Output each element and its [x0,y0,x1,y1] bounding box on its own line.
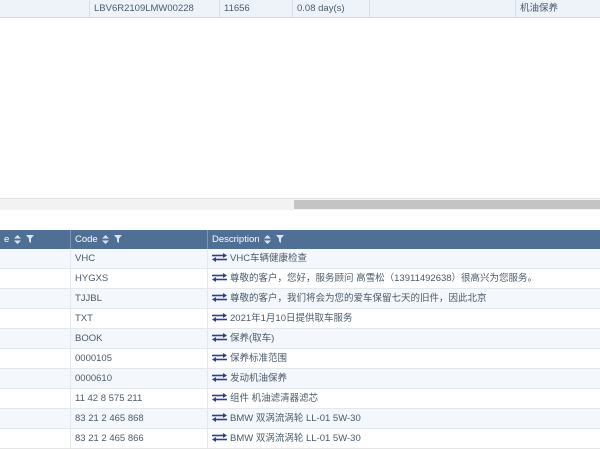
row-cell-description: 尊敬的客户，我们将会为您的爱车保留七天的旧件，因此北京 [208,289,600,308]
row-cell-description: BMW 双涡流涡轮 LL-01 5W-30 [208,429,600,448]
column-header-code[interactable]: Code [71,230,208,249]
table-row[interactable]: 83 21 2 465 868 BMW 双涡流涡轮 LL-01 5W-30 [0,409,600,429]
row-description-text: 尊敬的客户，您好，服务顾问 高雪松（13911492638）很高兴为您服务。 [230,273,538,284]
row-cell-partial [0,349,71,368]
sort-icon[interactable] [264,234,272,244]
row-cell-code: BOOK [71,329,208,348]
table-row[interactable]: 83 21 2 465 866 BMW 双涡流涡轮 LL-01 5W-30 [0,429,600,449]
row-description-text: 保养(取车) [230,333,275,344]
table-row[interactable]: BOOK 保养(取车) [0,329,600,349]
top-grid-cell-mileage: 11656 [220,0,293,17]
row-cell-partial [0,389,71,408]
row-cell-code: 83 21 2 465 866 [71,429,208,448]
row-cell-partial [0,369,71,388]
filter-icon[interactable] [275,235,284,244]
top-grid-cell-vin: LBV6R2109LMW00228 [90,0,220,17]
swap-arrows-icon[interactable] [212,272,227,282]
swap-arrows-icon[interactable] [212,412,227,422]
row-cell-description: BMW 双涡流涡轮 LL-01 5W-30 [208,409,600,428]
row-cell-description: 保养标准范围 [208,349,600,368]
top-grid-cell-service: 机油保养 [520,3,559,14]
row-cell-description: 2021年1月10日提供取车服务 [208,309,600,328]
row-cell-code: TXT [71,309,208,328]
swap-arrows-icon[interactable] [212,312,227,322]
grid-header: e Code Description [0,230,600,249]
row-description-text: 2021年1月10日提供取车服务 [230,313,353,324]
row-cell-partial [0,429,71,448]
horizontal-scrollbar[interactable] [0,198,600,210]
row-cell-partial [0,309,71,328]
table-row[interactable]: VHC VHC车辆健康检查 [0,249,600,269]
row-cell-code: TJJBL [71,289,208,308]
row-cell-description: 尊敬的客户，您好，服务顾问 高雪松（13911492638）很高兴为您服务。 [208,269,600,288]
top-grid-cell-empty [370,0,516,17]
filter-icon[interactable] [25,235,34,244]
table-row[interactable]: 11 42 8 575 211 组件 机油滤清器滤芯 [0,389,600,409]
row-description-text: 尊敬的客户，我们将会为您的爱车保留七天的旧件，因此北京 [230,293,487,304]
swap-arrows-icon[interactable] [212,432,227,442]
row-description-text: 保养标准范围 [230,353,288,364]
row-cell-code: HYGXS [71,269,208,288]
row-description-text: BMW 双涡流涡轮 LL-01 5W-30 [230,433,361,444]
row-cell-partial [0,289,71,308]
column-header-partial[interactable]: e [0,230,71,249]
top-grid-cell-blank [0,0,90,17]
swap-arrows-icon[interactable] [212,392,227,402]
swap-arrows-icon[interactable] [212,372,227,382]
row-cell-description: 保养(取车) [208,329,600,348]
row-cell-description: VHC车辆健康检查 [208,249,600,268]
row-cell-code: 0000610 [71,369,208,388]
swap-arrows-icon[interactable] [212,352,227,362]
table-row[interactable]: HYGXS 尊敬的客户，您好，服务顾问 高雪松（13911492638）很高兴为… [0,269,600,289]
sort-icon[interactable] [13,234,21,244]
table-row[interactable]: 0000105 保养标准范围 [0,349,600,369]
table-row[interactable]: TXT 2021年1月10日提供取车服务 [0,309,600,329]
row-description-text: VHC车辆健康检查 [230,253,308,264]
filter-icon[interactable] [114,235,122,244]
column-header-description[interactable]: Description [208,230,600,249]
row-cell-code: VHC [71,249,208,268]
row-description-text: 组件 机油滤清器滤芯 [230,393,319,404]
swap-arrows-icon[interactable] [212,252,227,262]
swap-arrows-icon[interactable] [212,332,227,342]
row-description-text: BMW 双涡流涡轮 LL-01 5W-30 [230,413,361,424]
row-cell-code: 83 21 2 465 868 [71,409,208,428]
top-grid-row[interactable]: LBV6R2109LMW00228 11656 0.08 day(s) 机油保养 [0,0,600,18]
horizontal-scrollbar-thumb[interactable] [294,200,600,209]
column-header-code-label: Code [75,234,98,245]
row-cell-partial [0,409,71,428]
column-header-partial-label: e [4,234,10,245]
row-cell-description: 发动机油保养 [208,369,600,388]
row-cell-partial [0,329,71,348]
row-cell-partial [0,269,71,288]
row-cell-partial [0,249,71,268]
row-cell-description: 组件 机油滤清器滤芯 [208,389,600,408]
row-cell-code: 11 42 8 575 211 [71,389,208,408]
top-grid-cell-duration: 0.08 day(s) [293,0,370,17]
column-header-description-label: Description [212,234,260,245]
row-description-text: 发动机油保养 [230,373,288,384]
sort-icon[interactable] [102,234,110,244]
row-cell-code: 0000105 [71,349,208,368]
swap-arrows-icon[interactable] [212,292,227,302]
table-row[interactable]: TJJBL 尊敬的客户，我们将会为您的爱车保留七天的旧件，因此北京 [0,289,600,309]
table-row[interactable]: 0000610 发动机油保养 [0,369,600,389]
